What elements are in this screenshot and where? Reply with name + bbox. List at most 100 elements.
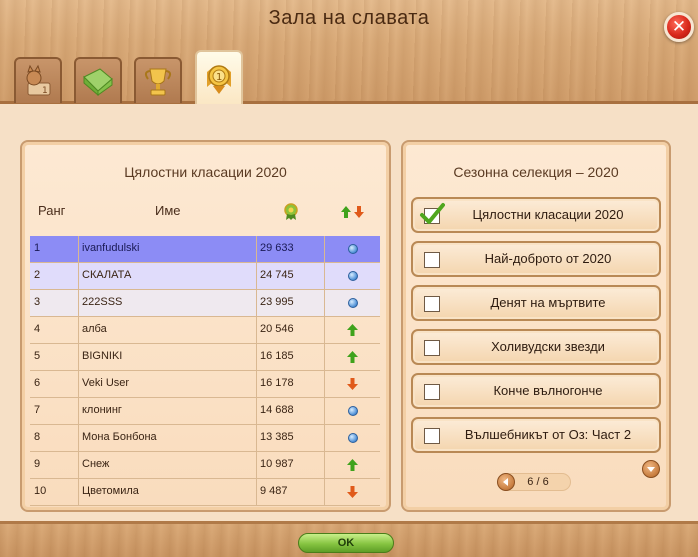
- trend-cell: [324, 371, 380, 397]
- season-item-overall[interactable]: Цялостни класации 2020: [411, 197, 661, 233]
- trend-same-icon: [347, 298, 358, 308]
- season-checkbox[interactable]: [424, 252, 440, 268]
- ok-button[interactable]: OK: [298, 533, 394, 553]
- row-name: Veki User: [78, 371, 256, 397]
- season-checkbox[interactable]: [424, 340, 440, 356]
- row-name: СКАЛАТА: [78, 263, 256, 289]
- row-rank: 5: [34, 350, 41, 362]
- table-row[interactable]: 8 Мона Бонбона 13 385: [30, 425, 380, 452]
- season-item-label: Вълшебникът от Оз: Част 2: [464, 427, 632, 442]
- row-rank: 8: [34, 431, 41, 443]
- row-name: Снеж: [78, 452, 256, 478]
- trend-cell: [324, 425, 380, 451]
- season-item-label: Конче вълногонче: [493, 383, 603, 398]
- svg-text:1: 1: [216, 72, 222, 83]
- row-rank: 1: [34, 242, 41, 254]
- row-rank: 2: [34, 269, 41, 281]
- close-button[interactable]: ✕: [664, 12, 694, 42]
- season-item-label: Холивудски звезди: [491, 339, 605, 354]
- row-name: клонинг: [78, 398, 256, 424]
- rank-header: Ранг: [38, 203, 66, 218]
- tab-cat-trophy[interactable]: 1: [14, 57, 62, 103]
- season-item-hollywood[interactable]: Холивудски звезди: [411, 329, 661, 365]
- chevron-down-icon: [647, 467, 655, 472]
- table-row[interactable]: 10 Цветомила 9 487: [30, 479, 380, 506]
- svg-text:1: 1: [42, 86, 48, 96]
- row-score: 14 688: [256, 398, 324, 424]
- row-rank: 10: [34, 485, 47, 497]
- row-score: 29 633: [256, 236, 324, 262]
- golden-trophy-icon: [144, 68, 172, 96]
- score-header: [283, 203, 299, 224]
- row-rank: 4: [34, 323, 41, 335]
- close-icon: ✕: [671, 17, 687, 36]
- leaderboard-table: 1 ivanfudulski 29 633 2 СКАЛАТА 24 745 3…: [30, 236, 380, 506]
- row-score: 24 745: [256, 263, 324, 289]
- trend-cell: [324, 479, 380, 505]
- trend-same-icon: [347, 406, 358, 416]
- tab-golden-trophy[interactable]: [134, 57, 182, 103]
- tab-green-cloth[interactable]: [74, 57, 122, 103]
- gold-medal-icon: 1: [207, 65, 231, 94]
- table-row[interactable]: 3 222SSS 23 995: [30, 290, 380, 317]
- row-score: 9 487: [256, 479, 324, 505]
- row-name: BIGNIKI: [78, 344, 256, 370]
- leaderboard-panel: Цялостни класации 2020 Ранг Име 1 ivanfu…: [20, 140, 391, 512]
- tab-gold-medal[interactable]: 1: [195, 50, 243, 104]
- trend-same-icon: [347, 244, 358, 254]
- season-checkbox[interactable]: [424, 384, 440, 400]
- trend-cell: [324, 317, 380, 343]
- up-down-arrows-icon: [341, 206, 364, 218]
- row-name: Цветомила: [78, 479, 256, 505]
- trend-same-icon: [347, 433, 358, 443]
- row-score: 23 995: [256, 290, 324, 316]
- trend-cell: [324, 398, 380, 424]
- row-name: 222SSS: [78, 290, 256, 316]
- season-item-best-of[interactable]: Най-доброто от 2020: [411, 241, 661, 277]
- trend-header: [340, 206, 366, 221]
- trend-cell: [324, 344, 380, 370]
- trend-same-icon: [347, 271, 358, 281]
- window-title: Зала на славата: [268, 7, 430, 29]
- row-score: 13 385: [256, 425, 324, 451]
- season-item-wizard-of-oz[interactable]: Вълшебникът от Оз: Част 2: [411, 417, 661, 453]
- checkmark-icon: [420, 203, 445, 224]
- season-item-seahorse[interactable]: Конче вълногонче: [411, 373, 661, 409]
- trend-cell: [324, 290, 380, 316]
- row-score: 20 546: [256, 317, 324, 343]
- row-rank: 7: [34, 404, 41, 416]
- season-checkbox[interactable]: [424, 428, 440, 444]
- trend-down-icon: [347, 486, 358, 498]
- trend-up-icon: [347, 351, 358, 363]
- table-row[interactable]: 2 СКАЛАТА 24 745: [30, 263, 380, 290]
- trend-down-icon: [347, 378, 358, 390]
- season-title: Сезонна селекция – 2020: [453, 164, 619, 180]
- trend-up-icon: [347, 459, 358, 471]
- trend-cell: [324, 236, 380, 262]
- table-row[interactable]: 1 ivanfudulski 29 633: [30, 236, 380, 263]
- table-row[interactable]: 4 алба 20 546: [30, 317, 380, 344]
- season-item-day-of-dead[interactable]: Денят на мъртвите: [411, 285, 661, 321]
- cat-trophy-icon: 1: [26, 64, 51, 96]
- trend-up-icon: [347, 324, 358, 336]
- season-item-label: Цялостни класации 2020: [472, 207, 624, 222]
- table-row[interactable]: 7 клонинг 14 688: [30, 398, 380, 425]
- row-rank: 6: [34, 377, 41, 389]
- table-row[interactable]: 5 BIGNIKI 16 185: [30, 344, 380, 371]
- row-score: 10 987: [256, 452, 324, 478]
- season-checkbox[interactable]: [424, 296, 440, 312]
- award-ribbon-icon: [284, 203, 298, 220]
- row-name: Мона Бонбона: [78, 425, 256, 451]
- chevron-left-icon: [503, 478, 508, 486]
- name-header: Име: [155, 203, 181, 218]
- row-name: алба: [78, 317, 256, 343]
- table-row[interactable]: 6 Veki User 16 178: [30, 371, 380, 398]
- row-rank: 9: [34, 458, 41, 470]
- green-cloth-icon: [83, 68, 113, 97]
- leaderboard-title: Цялостни класации 2020: [124, 164, 287, 180]
- row-score: 16 185: [256, 344, 324, 370]
- scroll-down-button[interactable]: [642, 460, 660, 478]
- table-row[interactable]: 9 Снеж 10 987: [30, 452, 380, 479]
- row-name: ivanfudulski: [78, 236, 256, 262]
- row-rank: 3: [34, 296, 41, 308]
